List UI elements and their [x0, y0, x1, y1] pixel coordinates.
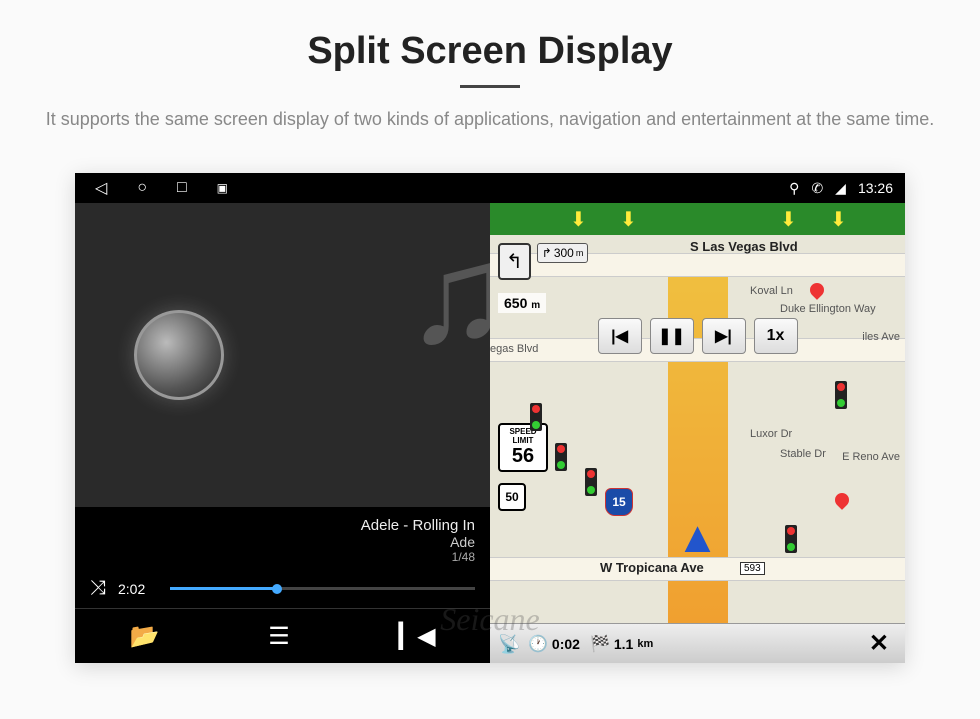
music-panel: ◁ ○ □ ▣ ♫ Adele - Rolling In Ade 1/48 ⤨ …	[75, 173, 490, 663]
traffic-light-icon	[835, 381, 847, 409]
sim-controls: |◀ ❚❚ ▶| 1x	[598, 318, 798, 354]
street-las-vegas: S Las Vegas Blvd	[690, 239, 798, 254]
clock: 13:26	[858, 180, 893, 196]
navigation-panel: ⚲ ✆ ◢ 13:26 ⬇ ⬇ ⬇ ⬇ S Las Vegas Blvd Kov…	[490, 173, 905, 663]
location-icon: ⚲	[789, 180, 799, 197]
close-button[interactable]: ✕	[861, 629, 897, 658]
sim-pause-button[interactable]: ❚❚	[650, 318, 694, 354]
back-icon[interactable]: ◁	[95, 178, 107, 198]
wifi-icon: ◢	[835, 180, 846, 197]
nav-info-bar: 📡 🕐 0:02 🏁 1.1 km ✕	[490, 623, 905, 663]
watermark: Seicane	[440, 601, 540, 638]
folder-icon[interactable]: 📂	[129, 622, 159, 651]
street-iles: iles Ave	[862, 331, 900, 343]
track-title: Adele - Rolling In	[90, 517, 475, 534]
next-turn: ↱ 300 m	[537, 243, 589, 263]
device-screenshot: ◁ ○ □ ▣ ♫ Adele - Rolling In Ade 1/48 ⤨ …	[75, 173, 905, 663]
playlist-icon[interactable]: ☰	[268, 622, 290, 651]
lane-guidance-bar: ⬇ ⬇ ⬇ ⬇	[490, 203, 905, 235]
traffic-light-icon	[585, 468, 597, 496]
android-navbar: ◁ ○ □ ▣	[75, 173, 490, 203]
phone-icon: ✆	[811, 180, 823, 197]
track-count: 1/48	[90, 550, 475, 564]
elapsed-time: 2:02	[118, 581, 158, 597]
shuffle-icon[interactable]: ⤨	[90, 577, 106, 600]
turn-guidance: ↰ ↱ 300 m	[498, 243, 588, 280]
page-subtitle: It supports the same screen display of t…	[40, 106, 940, 133]
street-koval: Koval Ln	[750, 285, 793, 297]
traffic-light-icon	[530, 403, 542, 431]
map-pin-icon	[832, 490, 852, 510]
flag-icon: 🏁	[590, 634, 610, 654]
map-pin-icon	[807, 280, 827, 300]
position-arrow-icon: ▲	[676, 513, 720, 563]
volume-knob[interactable]	[134, 310, 224, 400]
street-reno: E Reno Ave	[842, 451, 900, 463]
progress-slider[interactable]	[170, 587, 475, 590]
track-artist: Ade	[90, 534, 475, 550]
sim-next-button[interactable]: ▶|	[702, 318, 746, 354]
traffic-light-icon	[555, 443, 567, 471]
sim-prev-button[interactable]: |◀	[598, 318, 642, 354]
street-stable: Stable Dr	[780, 448, 826, 460]
recent-icon[interactable]: □	[177, 179, 187, 197]
street-vegas: egas Blvd	[490, 343, 538, 355]
album-art: ♫	[75, 203, 490, 507]
interstate-15-shield: 15	[605, 488, 633, 516]
sim-speed-button[interactable]: 1x	[754, 318, 798, 354]
traffic-light-icon	[785, 525, 797, 553]
route-593: 593	[740, 562, 765, 575]
street-duke: Duke Ellington Way	[780, 303, 876, 315]
prev-track-icon[interactable]: ▎◀	[399, 622, 436, 651]
page-title: Split Screen Display	[40, 30, 940, 73]
route-50-shield: 50	[498, 483, 526, 511]
eta-distance: 🏁 1.1 km	[590, 634, 653, 654]
turn-distance: 650 m	[498, 293, 546, 313]
title-divider	[460, 85, 520, 88]
street-luxor: Luxor Dr	[750, 428, 792, 440]
gallery-icon[interactable]: ▣	[217, 181, 228, 195]
status-bar: ⚲ ✆ ◢ 13:26	[490, 173, 905, 203]
home-icon[interactable]: ○	[137, 179, 147, 197]
map-view[interactable]: ⬇ ⬇ ⬇ ⬇ S Las Vegas Blvd Koval Ln Duke E…	[490, 203, 905, 623]
turn-left-icon: ↰	[498, 243, 531, 280]
